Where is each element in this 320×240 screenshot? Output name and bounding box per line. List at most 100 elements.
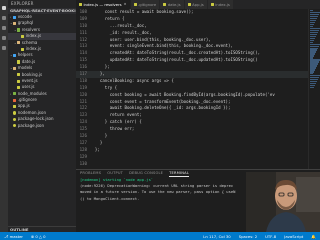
panel-tab[interactable]: PROBLEMS	[80, 170, 101, 177]
code-text: await Booking.deleteOne({ _id: args.book…	[90, 105, 231, 111]
panel-tab[interactable]: OUTPUT	[107, 170, 123, 177]
webcam-overlay	[246, 172, 320, 232]
code-text: throw err;	[90, 126, 135, 132]
line-number: 129	[79, 153, 87, 159]
activity-bar	[0, 0, 8, 232]
files-icon[interactable]	[2, 6, 6, 10]
panel-tab[interactable]: TERMINAL	[169, 170, 190, 177]
js-file-icon	[79, 3, 82, 6]
language-mode-status[interactable]: JavaScript	[284, 234, 303, 239]
notifications-bell-icon[interactable]: 🔔	[311, 234, 316, 239]
folder-icon	[13, 21, 17, 26]
line-number: 119	[79, 84, 87, 90]
code-text: }	[90, 133, 108, 139]
folder-icon	[13, 66, 17, 70]
js-file-icon	[21, 34, 25, 38]
code-line[interactable]: 108 const result = await booking.save();	[76, 9, 320, 16]
code-line[interactable]: 126 }	[76, 133, 320, 140]
code-line[interactable]: 128 };	[76, 147, 320, 154]
code-text: const event = transformEvent(booking._do…	[90, 98, 231, 104]
source-control-icon[interactable]	[2, 26, 6, 30]
code-text: };	[90, 64, 110, 70]
code-line[interactable]: 117 },	[76, 71, 320, 78]
code-line[interactable]: 123 return event;	[76, 112, 320, 119]
code-text: };	[90, 146, 100, 152]
code-line[interactable]: 115 updatedAt: dateToString(result._doc.…	[76, 57, 320, 64]
code-text: const booking = await Booking.findById(a…	[90, 91, 275, 97]
editor-tab[interactable]: App.js	[184, 0, 208, 9]
code-line[interactable]: 119 try {	[76, 85, 320, 92]
search-icon[interactable]	[2, 16, 6, 20]
explorer-title: EXPLORER	[11, 1, 34, 6]
line-number: 126	[79, 133, 87, 139]
tab-label: index.js	[215, 2, 230, 7]
json-file-icon	[13, 111, 17, 115]
line-number: 121	[79, 98, 87, 104]
line-number: 122	[79, 105, 87, 111]
line-number: 113	[79, 43, 87, 49]
editor-tab[interactable]: .gitignore	[130, 0, 161, 9]
code-line[interactable]: 120 const booking = await Booking.findBy…	[76, 92, 320, 99]
git-file-icon	[13, 98, 17, 102]
code-line[interactable]: 114 createdAt: dateToString(result._doc.…	[76, 50, 320, 57]
code-line[interactable]: 116 };	[76, 64, 320, 71]
code-line[interactable]: 113 event: singleEvent.bind(this, bookin…	[76, 43, 320, 50]
line-number: 110	[79, 22, 87, 28]
file-tree: › vscode ⌄ graphql ⌄ resolvers index.js ⌄ schema…	[8, 14, 76, 129]
presenter-webcam-image	[246, 172, 320, 232]
indentation-status[interactable]: Spaces: 2	[239, 234, 257, 239]
code-line[interactable]: 112 user: user.bind(this, booking._doc.u…	[76, 37, 320, 44]
code-text: ...result._doc,	[90, 22, 147, 28]
js-file-icon	[17, 73, 21, 77]
tab-label: date.js	[167, 2, 181, 7]
line-number: 114	[79, 50, 87, 56]
folder-blue-icon	[13, 53, 17, 58]
tab-label: .gitignore	[138, 2, 157, 7]
git-branch-status[interactable]: ⎇ master	[4, 234, 23, 239]
editor-tab[interactable]: index.js	[207, 0, 234, 9]
line-number: 127	[79, 139, 87, 145]
code-line[interactable]: 111 _id: result._doc,	[76, 30, 320, 37]
code-line[interactable]: 130	[76, 161, 320, 168]
js-file-icon	[17, 60, 21, 64]
tab-label: index.js — resolvers	[83, 2, 122, 7]
code-line[interactable]: 118 cancelBooking: async args => {	[76, 78, 320, 85]
js-file-icon	[133, 3, 137, 6]
code-text: }	[90, 139, 103, 145]
close-icon[interactable]: ×	[124, 0, 127, 9]
extensions-icon[interactable]	[2, 46, 6, 50]
editor-tab[interactable]: index.js — resolvers ×	[76, 0, 131, 9]
folder-blue-icon	[13, 15, 17, 19]
tree-item[interactable]: package.json	[8, 123, 76, 129]
line-number: 109	[79, 15, 87, 21]
code-line[interactable]: 109 return {	[76, 16, 320, 23]
line-number: 130	[79, 160, 87, 166]
code-line[interactable]: 124 } catch (err) {	[76, 119, 320, 126]
code-text: try {	[90, 84, 118, 90]
code-line[interactable]: 122 await Booking.deleteOne({ _id: args.…	[76, 105, 320, 112]
minimap[interactable]	[308, 9, 320, 169]
editor-tab[interactable]: date.js	[160, 0, 185, 9]
line-number: 120	[79, 91, 87, 97]
code-editor[interactable]: 108 const result = await booking.save();…	[76, 9, 320, 169]
code-text: cancelBooking: async args => {	[90, 77, 174, 83]
encoding-status[interactable]: UTF-8	[265, 234, 276, 239]
code-text: updatedAt: dateToString(result._doc.upda…	[90, 57, 258, 63]
line-number: 125	[79, 126, 87, 132]
js-file-icon	[17, 85, 21, 90]
js-file-icon	[21, 47, 25, 51]
code-line[interactable]: 127 }	[76, 140, 320, 147]
line-number: 117	[79, 71, 87, 77]
problems-status[interactable]: ⊗ 0 △ 0	[31, 234, 46, 239]
code-line[interactable]: 125 throw err;	[76, 126, 320, 133]
terminal-line: moved in a future version. To use the ne…	[80, 189, 236, 195]
cursor-position-status[interactable]: Ln 117, Col 30	[203, 234, 230, 239]
line-number: 108	[79, 9, 87, 14]
js-file-icon	[17, 79, 21, 83]
code-line[interactable]: 121 const event = transformEvent(booking…	[76, 99, 320, 106]
code-line[interactable]: 110 ...result._doc,	[76, 23, 320, 30]
debug-icon[interactable]	[2, 36, 6, 40]
code-line[interactable]: 129	[76, 154, 320, 161]
panel-tab[interactable]: DEBUG CONSOLE	[129, 170, 163, 177]
